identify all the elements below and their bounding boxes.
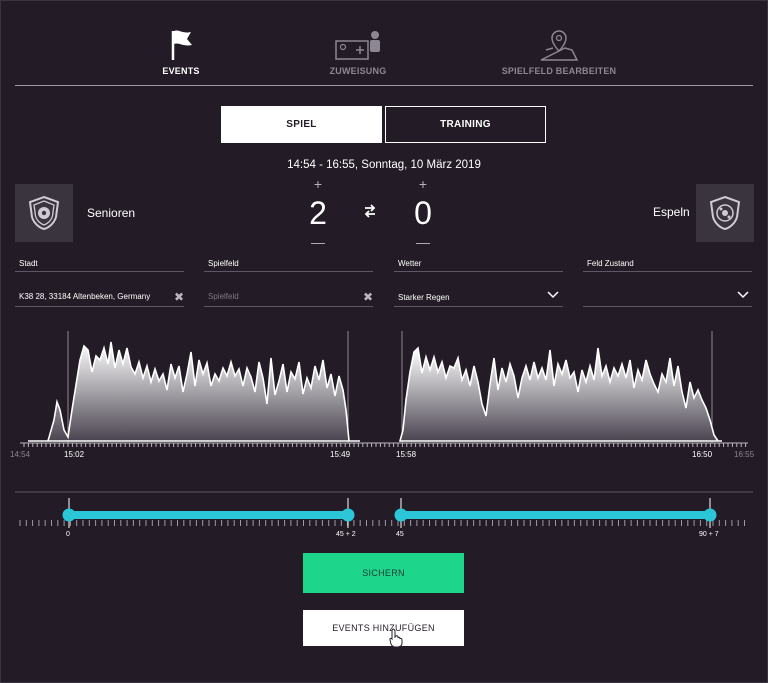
slider-h1-end-label: 45 + 2 bbox=[336, 531, 356, 538]
half1-range-bar bbox=[69, 511, 348, 519]
half-time-slider[interactable] bbox=[0, 480, 768, 540]
hand-cursor-icon bbox=[389, 628, 403, 648]
slider-h1-start-label: 0 bbox=[66, 531, 70, 538]
half2-start-handle bbox=[394, 508, 408, 522]
half2-range-bar bbox=[401, 511, 710, 519]
timeline-start-label: 14:54 bbox=[10, 450, 31, 459]
half2-end-handle bbox=[703, 508, 717, 522]
half2-start-label: 15:58 bbox=[396, 450, 417, 459]
half1-start-handle bbox=[62, 508, 76, 522]
activity-chart bbox=[20, 331, 748, 447]
half1-start-label: 15:02 bbox=[64, 450, 85, 459]
save-button[interactable]: SICHERN bbox=[303, 553, 464, 593]
slider-h2-start-label: 45 bbox=[396, 531, 404, 538]
timeline-end-label: 16:55 bbox=[734, 450, 755, 459]
half1-end-label: 15:49 bbox=[330, 450, 351, 459]
half1-end-handle bbox=[341, 508, 355, 522]
add-events-button[interactable]: EVENTS HINZUFÜGEN bbox=[303, 610, 464, 646]
half2-end-label: 16:50 bbox=[692, 450, 713, 459]
half1-activity-area bbox=[28, 341, 360, 442]
slider-h2-end-label: 90 + 7 bbox=[699, 531, 719, 538]
half2-activity-area bbox=[398, 346, 722, 442]
